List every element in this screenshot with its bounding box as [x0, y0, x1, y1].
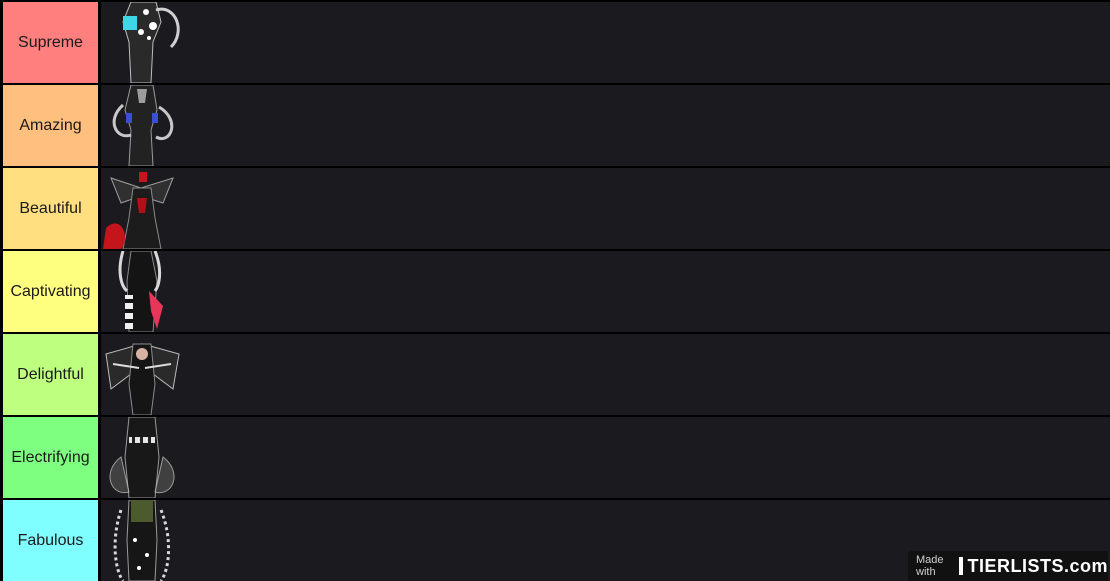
- character-figure-icon: [105, 343, 180, 415]
- tier-row-delightful: Delightful: [0, 334, 1110, 415]
- tier-list: Supreme Amazing Beautiful Captivating De…: [0, 0, 1110, 581]
- character-figure-icon: [109, 417, 175, 498]
- tier-label[interactable]: Amazing: [3, 85, 98, 166]
- character-figure-icon: [103, 172, 174, 249]
- tier-items-area[interactable]: [101, 334, 1110, 415]
- tier-label[interactable]: Fabulous: [3, 500, 98, 581]
- tier-items-area[interactable]: [101, 85, 1110, 166]
- tier-label[interactable]: Captivating: [3, 251, 98, 332]
- tier-row-beautiful: Beautiful: [0, 168, 1110, 249]
- watermark-brand: TIERLISTS.com: [959, 556, 1108, 577]
- watermark-brand-text: TIERLISTS.com: [967, 555, 1108, 576]
- tierlists-watermark[interactable]: Made with TIERLISTS.com: [908, 551, 1108, 581]
- tier-item-character[interactable]: [101, 168, 183, 249]
- tier-items-area[interactable]: [101, 168, 1110, 249]
- brand-bar-icon: [959, 557, 964, 575]
- tier-row-amazing: Amazing: [0, 85, 1110, 166]
- character-figure-icon: [112, 85, 174, 166]
- tier-item-character[interactable]: [101, 500, 183, 581]
- tier-item-character[interactable]: [101, 417, 183, 498]
- character-figure-icon: [113, 500, 171, 581]
- tier-label[interactable]: Supreme: [3, 2, 98, 83]
- tier-item-character[interactable]: [101, 251, 183, 332]
- tier-label[interactable]: Electrifying: [3, 417, 98, 498]
- tier-item-character[interactable]: [101, 85, 183, 166]
- tier-row-captivating: Captivating: [0, 251, 1110, 332]
- watermark-made-with: Made with: [916, 554, 944, 578]
- tier-item-character[interactable]: [101, 2, 183, 83]
- tier-items-area[interactable]: [101, 417, 1110, 498]
- tier-label[interactable]: Delightful: [3, 334, 98, 415]
- tier-item-character[interactable]: [101, 334, 183, 415]
- character-figure-icon: [118, 251, 163, 332]
- character-figure-icon: [122, 2, 180, 83]
- tier-items-area[interactable]: [101, 251, 1110, 332]
- tier-label[interactable]: Beautiful: [3, 168, 98, 249]
- tier-row-electrifying: Electrifying: [0, 417, 1110, 498]
- tier-row-supreme: Supreme: [0, 2, 1110, 83]
- tier-items-area[interactable]: [101, 2, 1110, 83]
